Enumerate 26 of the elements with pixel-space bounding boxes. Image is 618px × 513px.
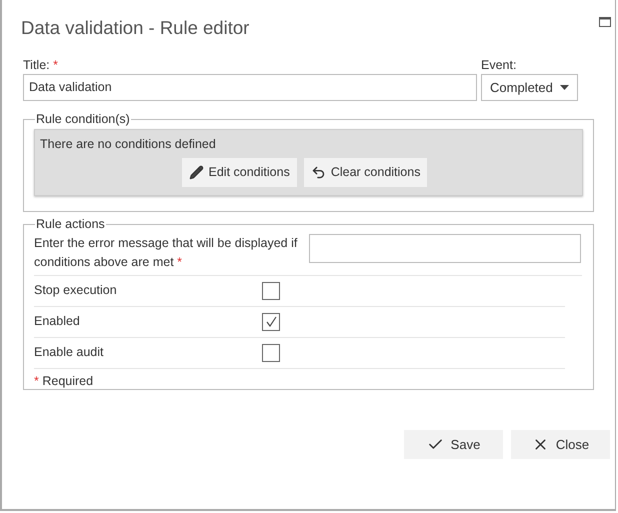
error-message-label: Enter the error message that will be displayed if conditions above are met * — [34, 234, 298, 270]
condition-button[interactable]: Edit conditions — [182, 158, 297, 188]
checkbox[interactable] — [262, 344, 280, 362]
title-label: Title: * — [23, 58, 59, 73]
actions-legend: Rule actions — [35, 214, 106, 234]
save-button[interactable]: Save — [404, 430, 503, 459]
conditions-legend: Rule condition(s) — [35, 110, 131, 128]
checkmark-icon — [266, 316, 276, 327]
close-button[interactable]: Close — [511, 430, 610, 459]
event-label: Event: — [481, 58, 518, 73]
required-note: * Required — [34, 372, 94, 390]
no-conditions-text: There are no conditions defined — [40, 136, 217, 152]
pencil-icon — [188, 165, 204, 180]
error-message-field[interactable] — [309, 234, 581, 262]
window-title: Data validation - Rule editor — [21, 16, 250, 40]
event-dropdown[interactable]: Completed — [481, 74, 578, 101]
option-label: Stop execution — [34, 282, 118, 300]
option-label: Enabled — [34, 313, 81, 330]
undo-icon — [310, 165, 326, 180]
option-label: Enable audit — [34, 344, 105, 362]
condition-button[interactable]: Clear conditions — [304, 158, 428, 188]
checkbox[interactable] — [262, 312, 280, 330]
checkbox[interactable] — [262, 282, 280, 300]
title-field[interactable]: Data validation — [23, 74, 477, 101]
caret-icon — [560, 84, 569, 90]
maximize-icon[interactable] — [599, 17, 611, 27]
